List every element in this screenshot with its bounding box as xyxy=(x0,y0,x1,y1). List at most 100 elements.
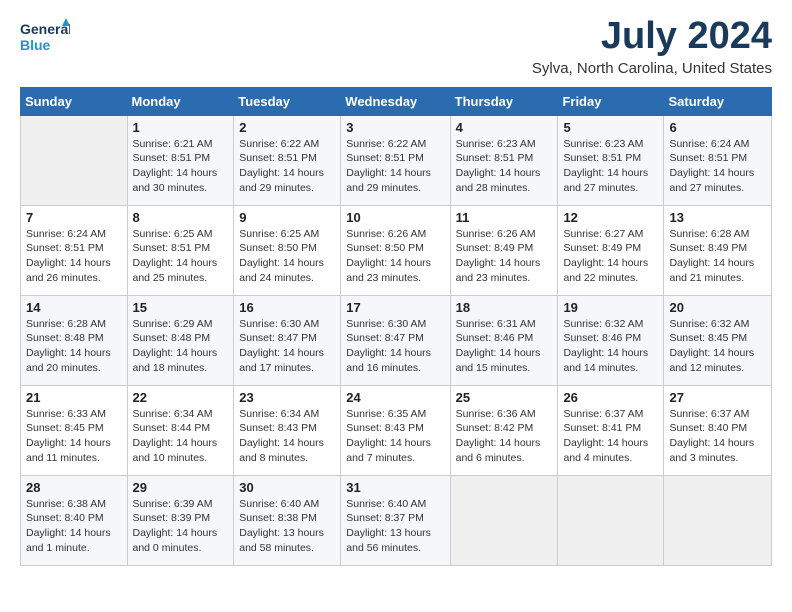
calendar-cell: 20 Sunrise: 6:32 AM Sunset: 8:45 PM Dayli… xyxy=(664,295,772,385)
calendar-cell: 25Sunrise: 6:36 AM Sunset: 8:42 PM Dayli… xyxy=(450,385,558,475)
day-number: 21 xyxy=(26,390,122,405)
day-number: 1 xyxy=(133,120,229,135)
calendar-cell: 15 Sunrise: 6:29 AM Sunset: 8:48 PM Dayli… xyxy=(127,295,234,385)
calendar-cell xyxy=(21,115,128,205)
calendar-cell xyxy=(450,475,558,565)
header: General Blue July 2024 Sylva, North Caro… xyxy=(20,16,772,77)
calendar-cell: 10 Sunrise: 6:26 AM Sunset: 8:50 PM Dayli… xyxy=(341,205,450,295)
day-number: 18 xyxy=(456,300,553,315)
day-info: Sunrise: 6:40 AM Sunset: 8:38 PM Dayligh… xyxy=(239,497,335,556)
calendar-cell: 19Sunrise: 6:32 AM Sunset: 8:46 PM Dayli… xyxy=(558,295,664,385)
calendar-body: 1Sunrise: 6:21 AM Sunset: 8:51 PM Daylig… xyxy=(21,115,772,565)
calendar-cell: 4Sunrise: 6:23 AM Sunset: 8:51 PM Daylig… xyxy=(450,115,558,205)
day-info: Sunrise: 6:28 AM Sunset: 8:49 PM Dayligh… xyxy=(669,227,766,286)
calendar-cell xyxy=(558,475,664,565)
day-info: Sunrise: 6:39 AM Sunset: 8:39 PM Dayligh… xyxy=(133,497,229,556)
calendar-cell: 11Sunrise: 6:26 AM Sunset: 8:49 PM Dayli… xyxy=(450,205,558,295)
calendar-cell: 24Sunrise: 6:35 AM Sunset: 8:43 PM Dayli… xyxy=(341,385,450,475)
day-info: Sunrise: 6:36 AM Sunset: 8:42 PM Dayligh… xyxy=(456,407,553,466)
calendar-week-row: 14Sunrise: 6:28 AM Sunset: 8:48 PM Dayli… xyxy=(21,295,772,385)
day-number: 8 xyxy=(133,210,229,225)
calendar-col-header: Wednesday xyxy=(341,87,450,115)
calendar-cell: 30 Sunrise: 6:40 AM Sunset: 8:38 PM Dayli… xyxy=(234,475,341,565)
day-info: Sunrise: 6:34 AM Sunset: 8:44 PM Dayligh… xyxy=(133,407,229,466)
day-info: Sunrise: 6:22 AM Sunset: 8:51 PM Dayligh… xyxy=(239,137,335,196)
calendar-cell: 6 Sunrise: 6:24 AM Sunset: 8:51 PM Daylig… xyxy=(664,115,772,205)
day-info: Sunrise: 6:25 AM Sunset: 8:51 PM Dayligh… xyxy=(133,227,229,286)
day-number: 4 xyxy=(456,120,553,135)
day-info: Sunrise: 6:22 AM Sunset: 8:51 PM Dayligh… xyxy=(346,137,444,196)
day-info: Sunrise: 6:28 AM Sunset: 8:48 PM Dayligh… xyxy=(26,317,122,376)
calendar-cell: 17 Sunrise: 6:30 AM Sunset: 8:47 PM Dayli… xyxy=(341,295,450,385)
calendar-header-row: SundayMondayTuesdayWednesdayThursdayFrid… xyxy=(21,87,772,115)
day-number: 6 xyxy=(669,120,766,135)
day-number: 20 xyxy=(669,300,766,315)
day-number: 22 xyxy=(133,390,229,405)
calendar-col-header: Sunday xyxy=(21,87,128,115)
day-number: 17 xyxy=(346,300,444,315)
day-number: 15 xyxy=(133,300,229,315)
day-info: Sunrise: 6:32 AM Sunset: 8:45 PM Dayligh… xyxy=(669,317,766,376)
calendar-cell: 28 Sunrise: 6:38 AM Sunset: 8:40 PM Dayli… xyxy=(21,475,128,565)
day-info: Sunrise: 6:34 AM Sunset: 8:43 PM Dayligh… xyxy=(239,407,335,466)
day-info: Sunrise: 6:37 AM Sunset: 8:40 PM Dayligh… xyxy=(669,407,766,466)
calendar-col-header: Friday xyxy=(558,87,664,115)
page-subtitle: Sylva, North Carolina, United States xyxy=(532,60,772,77)
day-number: 10 xyxy=(346,210,444,225)
calendar-week-row: 28 Sunrise: 6:38 AM Sunset: 8:40 PM Dayli… xyxy=(21,475,772,565)
day-info: Sunrise: 6:38 AM Sunset: 8:40 PM Dayligh… xyxy=(26,497,122,556)
day-number: 12 xyxy=(563,210,658,225)
calendar-cell: 1Sunrise: 6:21 AM Sunset: 8:51 PM Daylig… xyxy=(127,115,234,205)
day-number: 5 xyxy=(563,120,658,135)
day-info: Sunrise: 6:26 AM Sunset: 8:50 PM Dayligh… xyxy=(346,227,444,286)
calendar-cell: 14Sunrise: 6:28 AM Sunset: 8:48 PM Dayli… xyxy=(21,295,128,385)
calendar-week-row: 21 Sunrise: 6:33 AM Sunset: 8:45 PM Dayli… xyxy=(21,385,772,475)
day-number: 26 xyxy=(563,390,658,405)
day-info: Sunrise: 6:29 AM Sunset: 8:48 PM Dayligh… xyxy=(133,317,229,376)
day-info: Sunrise: 6:30 AM Sunset: 8:47 PM Dayligh… xyxy=(239,317,335,376)
day-info: Sunrise: 6:40 AM Sunset: 8:37 PM Dayligh… xyxy=(346,497,444,556)
calendar-col-header: Thursday xyxy=(450,87,558,115)
day-info: Sunrise: 6:25 AM Sunset: 8:50 PM Dayligh… xyxy=(239,227,335,286)
calendar-cell: 12 Sunrise: 6:27 AM Sunset: 8:49 PM Dayli… xyxy=(558,205,664,295)
calendar-col-header: Saturday xyxy=(664,87,772,115)
day-info: Sunrise: 6:24 AM Sunset: 8:51 PM Dayligh… xyxy=(26,227,122,286)
day-number: 27 xyxy=(669,390,766,405)
calendar-cell: 29 Sunrise: 6:39 AM Sunset: 8:39 PM Dayli… xyxy=(127,475,234,565)
day-info: Sunrise: 6:33 AM Sunset: 8:45 PM Dayligh… xyxy=(26,407,122,466)
calendar-cell: 21 Sunrise: 6:33 AM Sunset: 8:45 PM Dayli… xyxy=(21,385,128,475)
logo: General Blue xyxy=(20,16,70,58)
day-info: Sunrise: 6:30 AM Sunset: 8:47 PM Dayligh… xyxy=(346,317,444,376)
day-info: Sunrise: 6:32 AM Sunset: 8:46 PM Dayligh… xyxy=(563,317,658,376)
calendar-cell: 16 Sunrise: 6:30 AM Sunset: 8:47 PM Dayli… xyxy=(234,295,341,385)
day-number: 16 xyxy=(239,300,335,315)
calendar-cell: 5 Sunrise: 6:23 AM Sunset: 8:51 PM Daylig… xyxy=(558,115,664,205)
calendar-cell: 22 Sunrise: 6:34 AM Sunset: 8:44 PM Dayli… xyxy=(127,385,234,475)
day-info: Sunrise: 6:37 AM Sunset: 8:41 PM Dayligh… xyxy=(563,407,658,466)
calendar-cell xyxy=(664,475,772,565)
day-number: 31 xyxy=(346,480,444,495)
day-info: Sunrise: 6:24 AM Sunset: 8:51 PM Dayligh… xyxy=(669,137,766,196)
day-info: Sunrise: 6:23 AM Sunset: 8:51 PM Dayligh… xyxy=(563,137,658,196)
day-number: 7 xyxy=(26,210,122,225)
day-number: 30 xyxy=(239,480,335,495)
day-number: 2 xyxy=(239,120,335,135)
svg-text:Blue: Blue xyxy=(20,37,51,53)
day-number: 23 xyxy=(239,390,335,405)
calendar-cell: 31 Sunrise: 6:40 AM Sunset: 8:37 PM Dayli… xyxy=(341,475,450,565)
title-area: July 2024 Sylva, North Carolina, United … xyxy=(532,16,772,77)
day-number: 24 xyxy=(346,390,444,405)
calendar-cell: 7 Sunrise: 6:24 AM Sunset: 8:51 PM Daylig… xyxy=(21,205,128,295)
day-number: 29 xyxy=(133,480,229,495)
day-info: Sunrise: 6:26 AM Sunset: 8:49 PM Dayligh… xyxy=(456,227,553,286)
page-title: July 2024 xyxy=(532,16,772,58)
day-info: Sunrise: 6:27 AM Sunset: 8:49 PM Dayligh… xyxy=(563,227,658,286)
svg-text:General: General xyxy=(20,21,70,37)
calendar-cell: 3 Sunrise: 6:22 AM Sunset: 8:51 PM Daylig… xyxy=(341,115,450,205)
day-number: 3 xyxy=(346,120,444,135)
calendar-cell: 9Sunrise: 6:25 AM Sunset: 8:50 PM Daylig… xyxy=(234,205,341,295)
day-number: 13 xyxy=(669,210,766,225)
calendar-col-header: Monday xyxy=(127,87,234,115)
calendar-week-row: 1Sunrise: 6:21 AM Sunset: 8:51 PM Daylig… xyxy=(21,115,772,205)
day-number: 28 xyxy=(26,480,122,495)
